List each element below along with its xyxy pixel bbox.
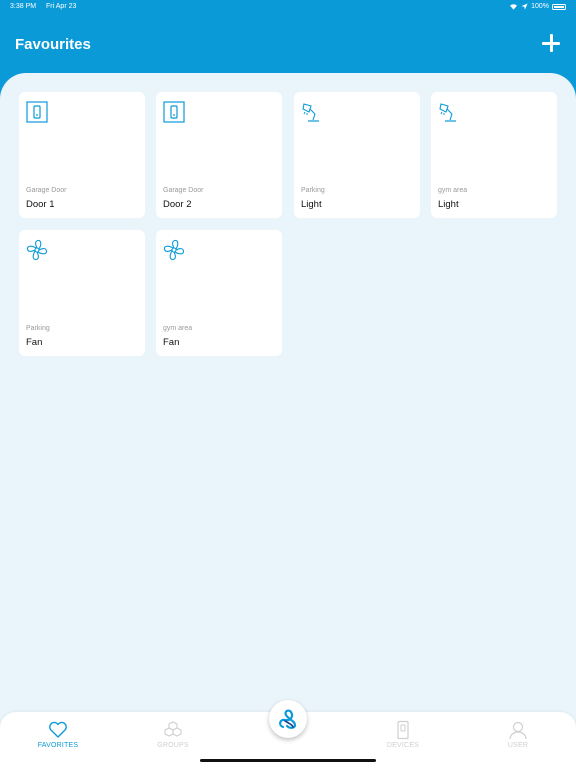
status-time: 3:38 PM: [10, 3, 37, 10]
favourite-card[interactable]: gym area Fan: [156, 230, 282, 356]
card-location: Garage Door: [163, 187, 204, 194]
status-bar: 3:38 PM Fri Apr 23 100%: [0, 0, 576, 14]
favourite-card[interactable]: Parking Fan: [19, 230, 145, 356]
card-name: Light: [438, 199, 459, 210]
header: Favourites: [0, 14, 576, 74]
tab-user[interactable]: USER: [478, 720, 558, 749]
tab-favorites[interactable]: FAVORITES: [18, 720, 98, 749]
desk-lamp-icon: [439, 103, 456, 122]
page-title: Favourites: [15, 36, 91, 53]
card-name: Fan: [163, 337, 180, 348]
tab-label: GROUPS: [157, 742, 189, 749]
switch-icon: [163, 101, 185, 123]
favourite-card[interactable]: Parking Light: [294, 92, 420, 218]
status-date: Fri Apr 23: [46, 3, 77, 10]
tab-devices[interactable]: DEVICES: [363, 720, 443, 749]
card-location: Garage Door: [26, 187, 67, 194]
tab-label: DEVICES: [386, 742, 420, 749]
desk-lamp-icon: [302, 103, 319, 122]
center-action-button[interactable]: [269, 700, 307, 738]
favourite-card[interactable]: Garage Door Door 2: [156, 92, 282, 218]
favourite-card[interactable]: Garage Door Door 1: [19, 92, 145, 218]
home-indicator: [200, 759, 376, 762]
fan-icon: [163, 239, 185, 261]
battery-percent: 100%: [531, 3, 549, 10]
battery-icon: [552, 3, 566, 10]
card-location: Parking: [301, 187, 325, 194]
card-name: Door 1: [26, 199, 55, 210]
switch-icon: [26, 101, 48, 123]
location-arrow-icon: [521, 3, 528, 10]
app-logo-icon: [279, 709, 297, 729]
user-icon: [509, 721, 527, 740]
add-favourite-button[interactable]: [540, 32, 562, 54]
wifi-icon: [510, 4, 518, 10]
card-name: Fan: [26, 337, 43, 348]
favourite-card[interactable]: gym area Light: [431, 92, 557, 218]
card-location: gym area: [163, 325, 193, 332]
card-name: Door 2: [163, 199, 192, 210]
device-icon: [397, 720, 409, 740]
fan-icon: [26, 239, 48, 261]
tab-label: FAVORITES: [37, 742, 79, 749]
cubes-icon: [164, 721, 182, 737]
tab-label: USER: [507, 742, 529, 749]
card-name: Light: [301, 199, 322, 210]
tab-groups[interactable]: GROUPS: [133, 720, 213, 749]
card-location: gym area: [438, 187, 468, 194]
heart-icon: [49, 721, 67, 738]
card-location: Parking: [26, 325, 50, 332]
